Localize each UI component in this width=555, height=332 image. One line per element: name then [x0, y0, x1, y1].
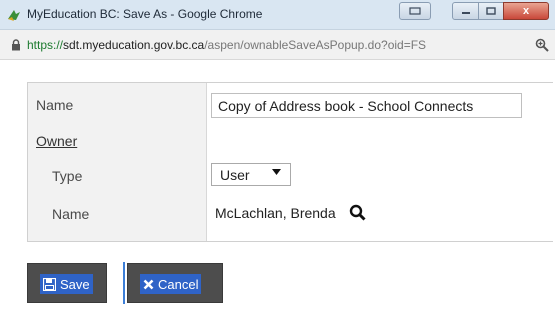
cancel-button-label: Cancel [158, 276, 199, 292]
owner-name-value: McLachlan, Brenda [215, 205, 336, 221]
maximize-icon [486, 7, 496, 15]
window-titlebar: MyEducation BC: Save As - Google Chrome … [0, 0, 555, 30]
minimize-button[interactable] [452, 2, 479, 20]
zoom-icon[interactable] [535, 38, 549, 52]
close-button[interactable]: x [503, 2, 549, 20]
triangle-down-icon [272, 169, 281, 175]
cancel-button[interactable]: Cancel [127, 263, 223, 303]
type-select-value: User [220, 167, 250, 183]
search-icon[interactable] [349, 204, 366, 221]
owner-name-label: Name [52, 206, 90, 222]
chrome-app-icon [8, 10, 20, 21]
url-text[interactable]: https://sdt.myeducation.gov.bc.ca/aspen/… [27, 38, 426, 52]
address-bar: https://sdt.myeducation.gov.bc.ca/aspen/… [0, 30, 555, 60]
url-path: /aspen/ownableSaveAsPopup.do?oid=FS [204, 38, 427, 52]
url-scheme: https:// [27, 38, 64, 52]
name-input[interactable] [211, 93, 522, 118]
focus-indicator [123, 262, 125, 304]
restore-tab-button[interactable] [399, 2, 431, 20]
type-select[interactable]: User [211, 163, 291, 186]
lock-icon [12, 39, 20, 51]
save-button[interactable]: Save [27, 263, 107, 303]
maximize-button[interactable] [478, 2, 504, 20]
restore-icon [409, 7, 421, 15]
x-icon [143, 279, 154, 289]
type-label: Type [52, 168, 83, 184]
minimize-icon [461, 12, 470, 14]
url-host: sdt.myeducation.gov.bc.ca [63, 38, 205, 52]
close-icon: x [522, 5, 530, 17]
name-label: Name [36, 97, 74, 113]
window-title: MyEducation BC: Save As - Google Chrome [27, 7, 263, 21]
cancel-button-content: Cancel [140, 274, 202, 294]
floppy-disk-icon [43, 277, 56, 291]
save-button-label: Save [60, 276, 90, 292]
save-button-content: Save [40, 274, 93, 294]
owner-label[interactable]: Owner [36, 133, 77, 149]
